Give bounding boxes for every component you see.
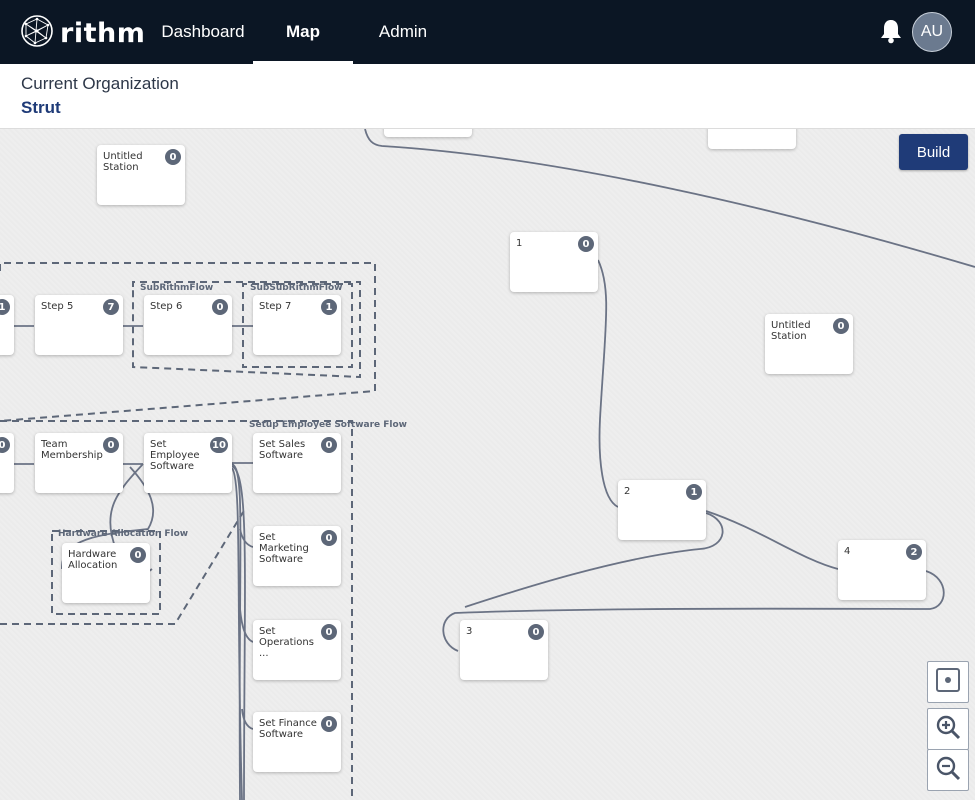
station-badge: 0	[578, 236, 594, 252]
nav-map[interactable]: Map	[253, 0, 353, 64]
station-badge: 0	[165, 149, 181, 165]
station-name: Team Membership	[41, 439, 103, 461]
station-1[interactable]: 1 0	[510, 232, 598, 292]
station-set-sales-software[interactable]: Set Sales Software 0	[253, 433, 341, 493]
station-2[interactable]: 2 1	[618, 480, 706, 540]
station-name: 1	[516, 238, 523, 249]
flow-label-hardware: Hardware Allocation Flow	[58, 529, 189, 539]
station-set-operations[interactable]: Set Operations ... 0	[253, 620, 341, 680]
station-top-clipped-2[interactable]	[708, 129, 796, 149]
nav-map-label: Map	[286, 22, 320, 41]
station-badge: 1	[321, 299, 337, 315]
center-icon	[934, 666, 962, 699]
wire-top-long	[364, 129, 975, 268]
station-name: 2	[624, 486, 631, 497]
nav-dashboard-label: Dashboard	[161, 22, 245, 41]
station-3[interactable]: 3 0	[460, 620, 548, 680]
station-badge: 1	[0, 299, 10, 315]
station-top-clipped-1[interactable]	[384, 129, 472, 137]
station-step-5[interactable]: Step 5 7	[35, 295, 123, 355]
station-badge: 2	[906, 544, 922, 560]
station-name: Step 5	[41, 301, 74, 312]
station-set-marketing-software[interactable]: Set Marketing Software 0	[253, 526, 341, 586]
avatar[interactable]: AU	[912, 12, 952, 52]
station-left-edge-top[interactable]: 1	[0, 295, 14, 355]
station-badge: 7	[103, 299, 119, 315]
station-name: Set Employee Software	[150, 439, 200, 472]
station-name: Set Sales Software	[259, 439, 306, 461]
rithm-logo-icon	[20, 14, 54, 53]
build-button[interactable]: Build	[899, 134, 968, 170]
station-badge: 0	[130, 547, 146, 563]
logo[interactable]: rithm	[20, 14, 145, 53]
zoom-in-button[interactable]	[927, 708, 969, 750]
wire-1-to-2	[597, 259, 619, 508]
station-badge: 0	[833, 318, 849, 334]
wire-2-to-4	[705, 510, 839, 570]
station-left-edge-bottom[interactable]: 0	[0, 433, 14, 493]
bell-icon[interactable]	[879, 18, 903, 49]
organization-name[interactable]: Strut	[21, 98, 61, 118]
flow-label-subrithm: SubRithmFlow	[140, 283, 214, 293]
station-set-employee-software[interactable]: Set Employee Software 10	[144, 433, 232, 493]
wire-setup-marketing	[239, 528, 254, 548]
station-name: Step 6	[150, 301, 183, 312]
zoom-out-button[interactable]	[927, 749, 969, 791]
nav-dashboard[interactable]: Dashboard	[152, 0, 254, 64]
organization-label: Current Organization	[21, 74, 179, 93]
map-canvas[interactable]: SubRithmFlow SubSubRithmFlow Setup Emplo…	[0, 129, 975, 800]
station-badge: 1	[686, 484, 702, 500]
wire-setup-ops	[239, 608, 254, 643]
center-button[interactable]	[927, 661, 969, 703]
station-team-membership[interactable]: Team Membership 0	[35, 433, 123, 493]
station-name: Set Operations ...	[259, 626, 314, 659]
station-badge: 0	[103, 437, 119, 453]
station-name: 4	[844, 546, 851, 557]
station-badge: 0	[321, 716, 337, 732]
station-badge: 0	[321, 624, 337, 640]
station-name: Set Finance Software	[259, 718, 317, 740]
station-4[interactable]: 4 2	[838, 540, 926, 600]
station-hardware-allocation[interactable]: Hardware Allocation 0	[62, 543, 150, 603]
station-step-7[interactable]: Step 7 1	[253, 295, 341, 355]
station-name: Untitled Station	[103, 151, 143, 173]
nav-admin[interactable]: Admin	[353, 0, 453, 64]
station-badge: 0	[0, 437, 10, 453]
zoom-out-icon	[934, 754, 962, 787]
station-badge: 10	[210, 437, 228, 453]
flow-label-subsubrithm: SubSubRithmFlow	[250, 283, 343, 293]
station-badge: 0	[321, 437, 337, 453]
flow-label-setup-employee: Setup Employee Software Flow	[249, 420, 407, 430]
station-name: Set Marketing Software	[259, 532, 309, 565]
station-badge: 0	[212, 299, 228, 315]
station-name: Untitled Station	[771, 320, 811, 342]
station-set-finance-software[interactable]: Set Finance Software 0	[253, 712, 341, 772]
station-badge: 0	[321, 530, 337, 546]
logo-text: rithm	[60, 18, 146, 49]
zoom-in-icon	[934, 713, 962, 746]
station-name: Step 7	[259, 301, 292, 312]
nav-admin-label: Admin	[378, 22, 428, 41]
station-step-6[interactable]: Step 6 0	[144, 295, 232, 355]
organization-header: Current Organization Strut	[0, 64, 975, 129]
station-badge: 0	[528, 624, 544, 640]
top-navbar: rithm Dashboard Map Admin AU	[0, 0, 975, 64]
station-name: Hardware Allocation	[68, 549, 118, 571]
station-untitled-top[interactable]: Untitled Station 0	[97, 145, 185, 205]
station-name: 3	[466, 626, 473, 637]
station-untitled-right[interactable]: Untitled Station 0	[765, 314, 853, 374]
